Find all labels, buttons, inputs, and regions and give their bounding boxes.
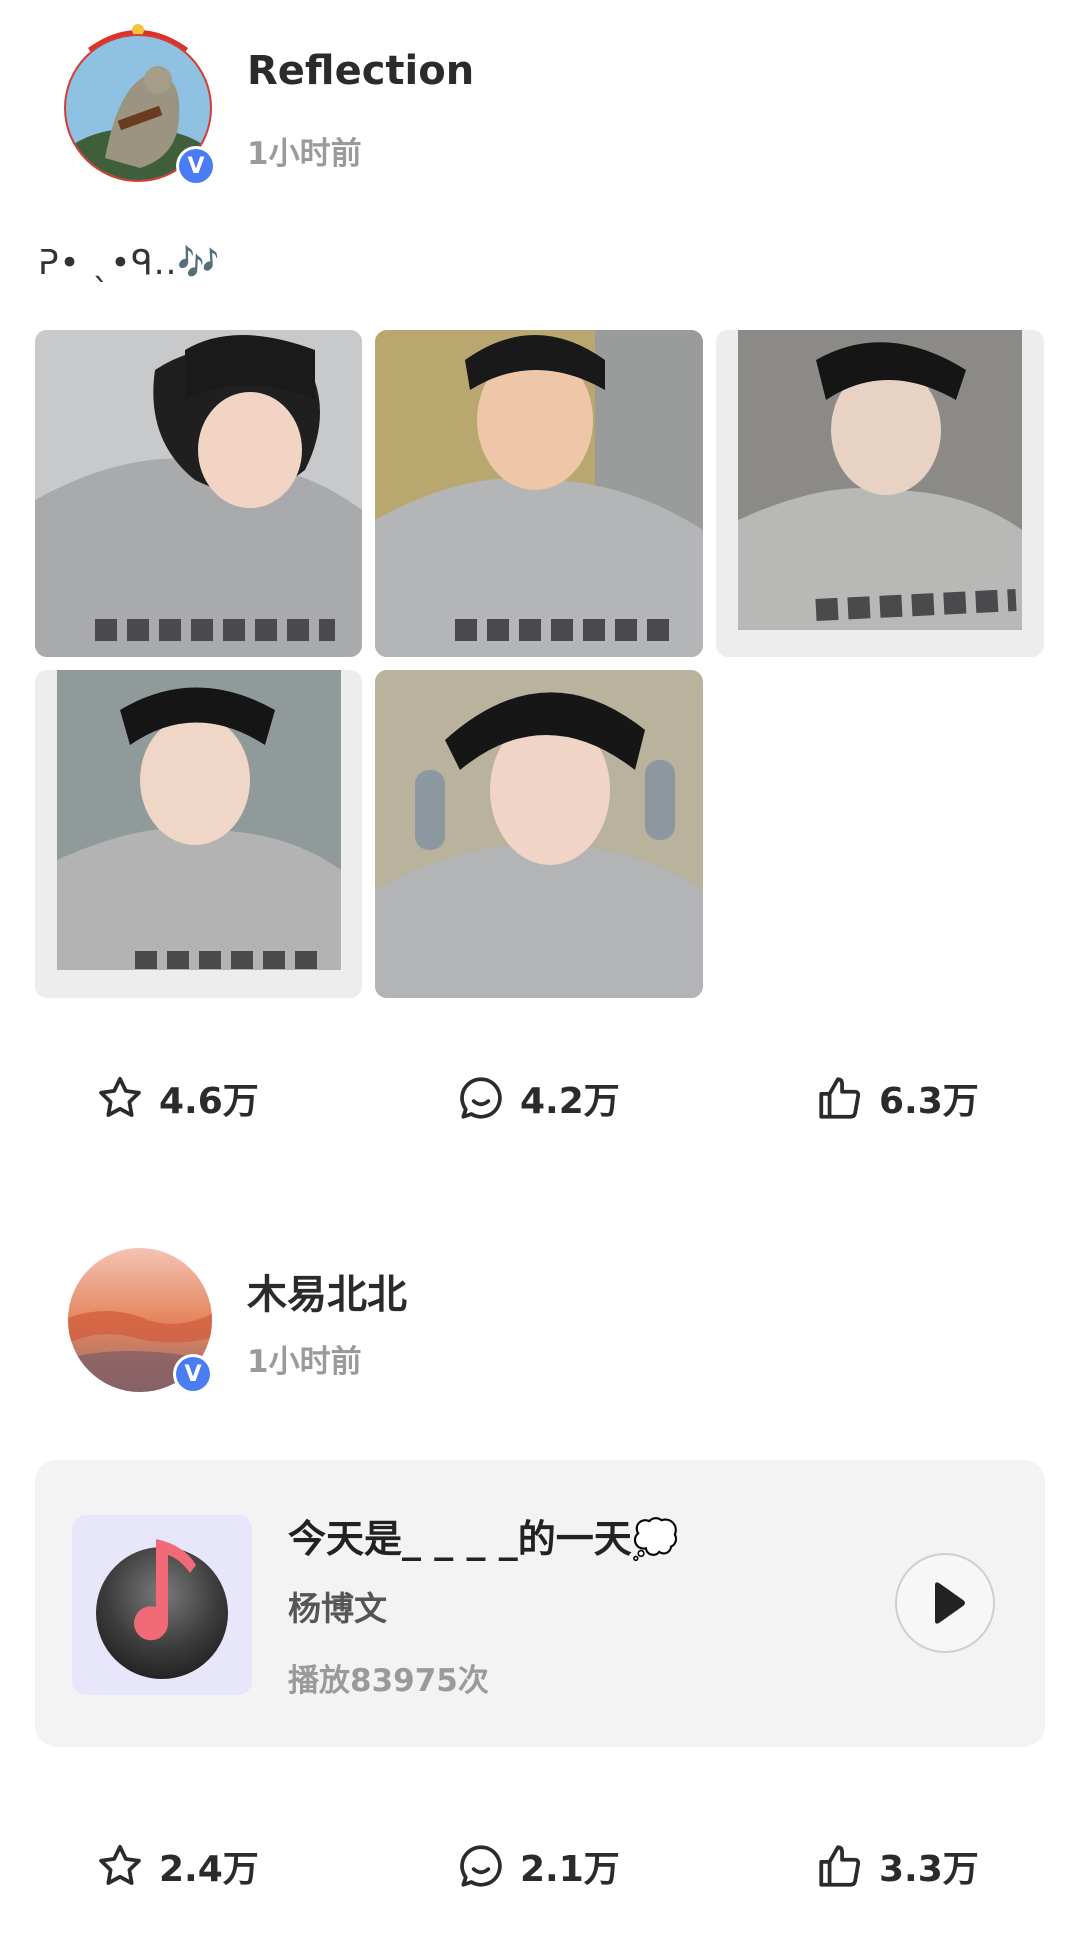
like-button[interactable]: 6.3万 — [815, 1072, 979, 1124]
play-button[interactable] — [895, 1553, 995, 1653]
post-caption: ᕈ• ˎ•ᑫ..🎶 — [38, 243, 221, 283]
photo-5[interactable] — [375, 670, 703, 998]
play-icon — [935, 1582, 965, 1624]
verified-badge-icon: V — [173, 1354, 213, 1394]
thumbs-up-icon — [819, 1845, 861, 1887]
star-icon — [99, 1076, 141, 1117]
song-artist[interactable]: 杨博文 — [288, 1582, 387, 1630]
verified-badge-icon: V — [176, 146, 216, 186]
username[interactable]: 木易北北 — [247, 1262, 407, 1320]
like-count: 3.3万 — [879, 1849, 979, 1890]
like-count: 6.3万 — [879, 1081, 979, 1122]
comment-button[interactable]: 4.2万 — [456, 1072, 620, 1124]
photo-1[interactable] — [35, 330, 362, 657]
photo-4[interactable] — [35, 670, 362, 998]
star-icon — [99, 1844, 141, 1885]
thumbs-up-icon — [819, 1077, 861, 1119]
post-time: 1小时前 — [247, 1344, 362, 1380]
music-cover — [72, 1515, 252, 1695]
username[interactable]: Reflection — [247, 48, 474, 94]
photo-3[interactable] — [716, 330, 1044, 657]
favorite-count: 2.4万 — [159, 1849, 259, 1890]
post-time: 1小时前 — [247, 136, 362, 172]
comment-button[interactable]: 2.1万 — [456, 1840, 620, 1892]
favorite-count: 4.6万 — [159, 1081, 259, 1122]
photo-2[interactable] — [375, 330, 703, 657]
favorite-button[interactable]: 2.4万 — [95, 1840, 259, 1892]
like-button[interactable]: 3.3万 — [815, 1840, 979, 1892]
comment-count: 2.1万 — [520, 1849, 620, 1890]
song-title[interactable]: 今天是_ _ _ _的一天💭 — [288, 1508, 679, 1563]
comment-count: 4.2万 — [520, 1081, 620, 1122]
music-note-icon — [96, 1539, 228, 1679]
comment-icon — [460, 1845, 502, 1887]
song-play-count: 播放83975次 — [288, 1663, 489, 1699]
comment-icon — [460, 1077, 502, 1119]
favorite-button[interactable]: 4.6万 — [95, 1072, 259, 1124]
